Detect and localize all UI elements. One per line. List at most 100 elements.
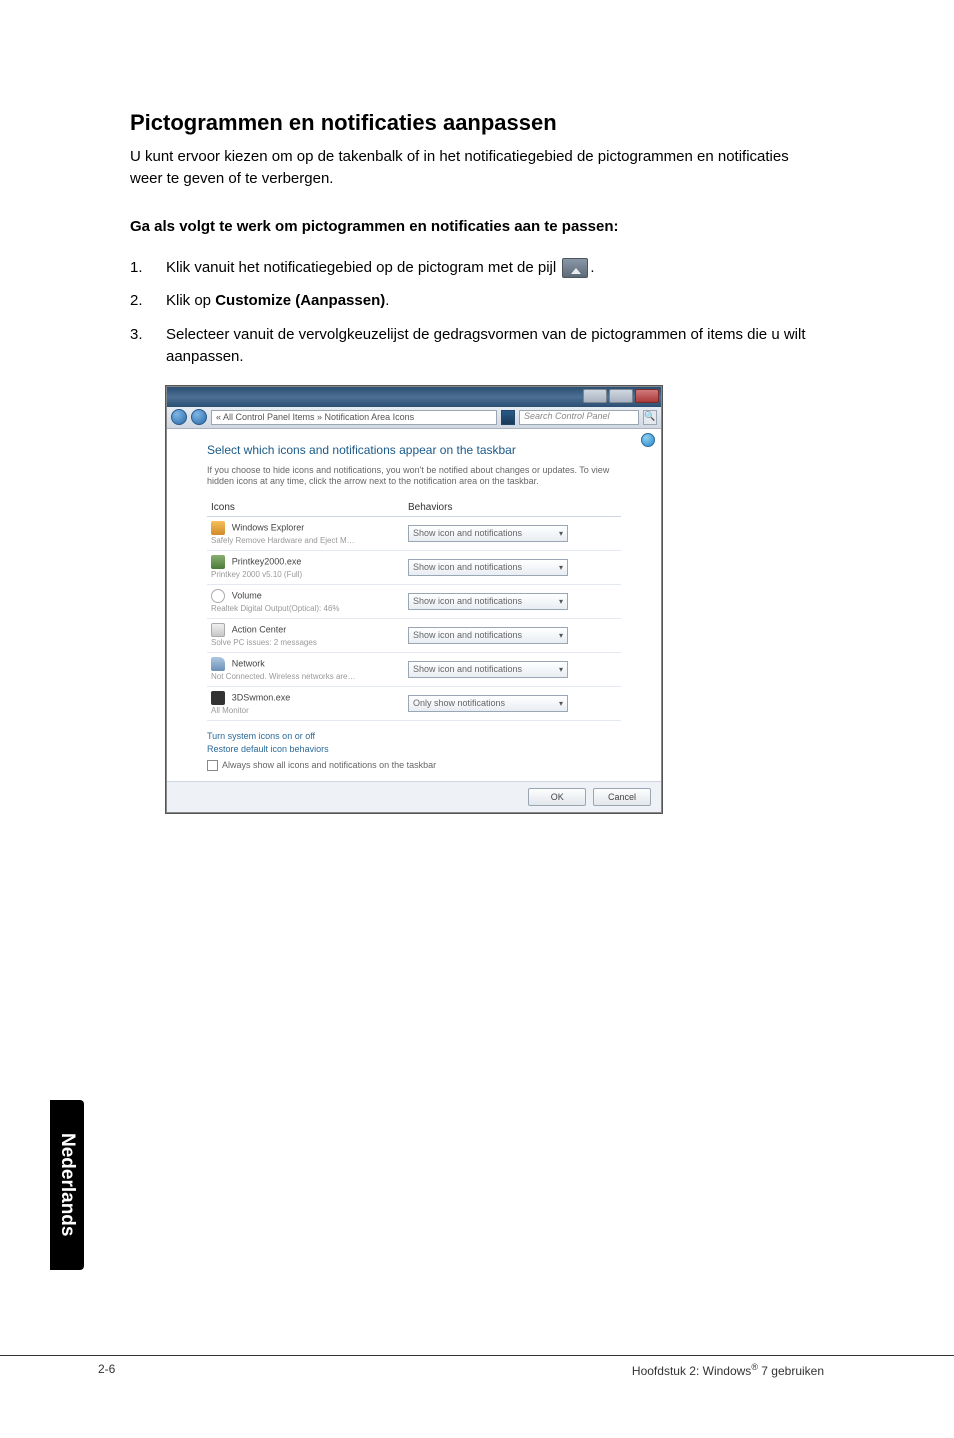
step-number: 2. [130, 290, 166, 312]
step2-text-a: Klik op [166, 292, 215, 309]
behavior-dropdown[interactable]: Show icon and notifications ▾ [408, 661, 568, 678]
always-show-checkbox-row: Always show all icons and notifications … [207, 760, 621, 771]
icon-cell: Printkey2000.exe Printkey 2000 v5.10 (Fu… [207, 550, 404, 584]
dropdown-value: Only show notifications [413, 698, 505, 708]
window-body: Select which icons and notifications app… [167, 429, 661, 781]
close-button[interactable] [635, 389, 659, 403]
maximize-button[interactable] [609, 389, 633, 403]
step-body: Klik op Customize (Aanpassen). [166, 290, 824, 312]
windows-explorer-icon [211, 521, 225, 535]
behavior-dropdown[interactable]: Only show notifications ▾ [408, 695, 568, 712]
icon-cell: Windows Explorer Safely Remove Hardware … [207, 516, 404, 550]
step1-text-b: . [590, 259, 594, 276]
chevron-down-icon: ▾ [559, 597, 563, 606]
network-icon [211, 657, 225, 671]
language-tab: Nederlands [50, 1100, 84, 1270]
chevron-down-icon: ▾ [559, 665, 563, 674]
item-subtitle: Realtek Digital Output(Optical): 46% [211, 604, 340, 613]
dropdown-value: Show icon and notifications [413, 596, 522, 606]
always-show-checkbox[interactable] [207, 760, 218, 771]
action-center-icon [211, 623, 225, 637]
item-name: 3DSwmon.exe [232, 693, 291, 703]
item-subtitle: All Monitor [211, 706, 249, 715]
window-description: If you choose to hide icons and notifica… [207, 465, 621, 488]
refresh-button[interactable] [501, 410, 515, 425]
table-row: Action Center Solve PC issues: 2 message… [207, 618, 621, 652]
intro-text: U kunt ervoor kiezen om op de takenbalk … [130, 146, 824, 190]
step-body: Klik vanuit het notificatiegebied op de … [166, 257, 824, 279]
dropdown-value: Show icon and notifications [413, 630, 522, 640]
forward-button[interactable] [191, 409, 207, 425]
cancel-button[interactable]: Cancel [593, 788, 651, 806]
column-icons: Icons [207, 498, 404, 517]
back-button[interactable] [171, 409, 187, 425]
dropdown-value: Show icon and notifications [413, 664, 522, 674]
link-system-icons[interactable]: Turn system icons on or off [207, 731, 621, 741]
behavior-dropdown[interactable]: Show icon and notifications ▾ [408, 559, 568, 576]
step2-text-c: . [385, 292, 389, 309]
step2-bold: Customize (Aanpassen) [215, 292, 385, 309]
behavior-dropdown[interactable]: Show icon and notifications ▾ [408, 593, 568, 610]
step-1: 1. Klik vanuit het notificatiegebied op … [130, 257, 824, 279]
step-2: 2. Klik op Customize (Aanpassen). [130, 290, 824, 312]
subheading: Ga als volgt te werk om pictogrammen en … [130, 218, 824, 235]
item-name: Windows Explorer [232, 523, 305, 533]
behavior-dropdown[interactable]: Show icon and notifications ▾ [408, 525, 568, 542]
table-row: Windows Explorer Safely Remove Hardware … [207, 516, 621, 550]
volume-icon [211, 589, 225, 603]
column-behaviors: Behaviors [404, 498, 621, 517]
item-subtitle: Printkey 2000 v5.10 (Full) [211, 570, 302, 579]
item-name: Network [232, 659, 265, 669]
notification-area-icons-window: « All Control Panel Items » Notification… [166, 386, 662, 813]
printkey-icon [211, 555, 225, 569]
registered-symbol: ® [751, 1362, 758, 1372]
breadcrumb-bar[interactable]: « All Control Panel Items » Notification… [211, 410, 497, 425]
icon-cell: Volume Realtek Digital Output(Optical): … [207, 584, 404, 618]
step-number: 1. [130, 257, 166, 279]
search-input[interactable]: Search Control Panel [519, 410, 639, 425]
search-icon[interactable]: 🔍 [643, 410, 657, 425]
table-row: 3DSwmon.exe All Monitor Only show notifi… [207, 686, 621, 720]
window-titlebar [167, 387, 661, 407]
chevron-down-icon: ▾ [559, 631, 563, 640]
chevron-down-icon: ▾ [559, 699, 563, 708]
item-subtitle: Safely Remove Hardware and Eject M… [211, 536, 355, 545]
chevron-down-icon: ▾ [559, 563, 563, 572]
item-subtitle: Solve PC issues: 2 messages [211, 638, 317, 647]
icon-cell: Network Not Connected. Wireless networks… [207, 652, 404, 686]
step3-text: Selecteer vanuit de vervolgkeuzelijst de… [166, 324, 824, 368]
ok-button[interactable]: OK [528, 788, 586, 806]
minimize-button[interactable] [583, 389, 607, 403]
item-name: Volume [232, 591, 262, 601]
icon-cell: 3DSwmon.exe All Monitor [207, 686, 404, 720]
item-name: Action Center [232, 625, 287, 635]
item-name: Printkey2000.exe [232, 557, 302, 567]
page-number: 2-6 [98, 1362, 115, 1378]
table-row: Volume Realtek Digital Output(Optical): … [207, 584, 621, 618]
behavior-dropdown[interactable]: Show icon and notifications ▾ [408, 627, 568, 644]
window-heading: Select which icons and notifications app… [207, 443, 621, 457]
checkbox-label: Always show all icons and notifications … [222, 760, 436, 770]
step-3: 3. Selecteer vanuit de vervolgkeuzelijst… [130, 324, 824, 368]
page-content: Pictogrammen en notificaties aanpassen U… [0, 0, 954, 813]
table-row: Network Not Connected. Wireless networks… [207, 652, 621, 686]
show-hidden-icons-arrow-icon [562, 258, 588, 278]
titlebar-controls [583, 389, 659, 403]
window-links: Turn system icons on or off Restore defa… [207, 731, 621, 754]
icons-table: Icons Behaviors Windows Explorer Safely … [207, 498, 621, 721]
chevron-down-icon: ▾ [559, 529, 563, 538]
address-bar-row: « All Control Panel Items » Notification… [167, 407, 661, 429]
chapter-title: Hoofdstuk 2: Windows® 7 gebruiken [632, 1362, 824, 1378]
dropdown-value: Show icon and notifications [413, 528, 522, 538]
step-number: 3. [130, 324, 166, 368]
item-subtitle: Not Connected. Wireless networks are… [211, 672, 356, 681]
heading: Pictogrammen en notificaties aanpassen [130, 110, 824, 136]
help-icon[interactable] [641, 433, 655, 447]
page-footer: 2-6 Hoofdstuk 2: Windows® 7 gebruiken [0, 1355, 954, 1378]
window-footer: OK Cancel [167, 781, 661, 812]
monitor-icon [211, 691, 225, 705]
dropdown-value: Show icon and notifications [413, 562, 522, 572]
step1-text-a: Klik vanuit het notificatiegebied op de … [166, 259, 560, 276]
breadcrumb-text: « All Control Panel Items » Notification… [216, 412, 414, 422]
link-restore-defaults[interactable]: Restore default icon behaviors [207, 744, 621, 754]
